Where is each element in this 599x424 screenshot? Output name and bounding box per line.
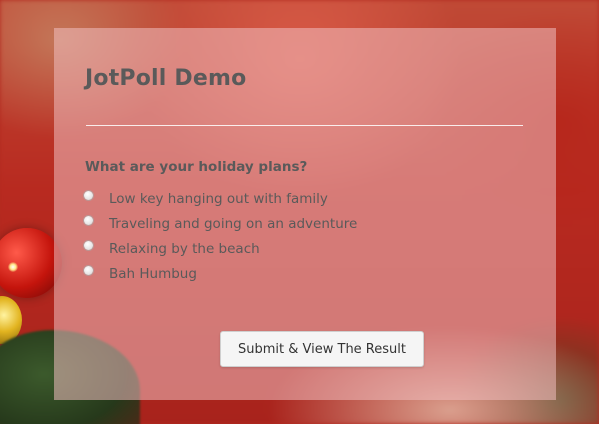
option-label: Low key hanging out with family xyxy=(109,190,328,207)
radio-button[interactable] xyxy=(84,266,93,275)
radio-button[interactable] xyxy=(84,191,93,200)
title-divider xyxy=(86,125,523,126)
radio-button[interactable] xyxy=(84,241,93,250)
poll-question: What are your holiday plans? xyxy=(85,159,308,175)
light-sparkle-decoration xyxy=(8,262,18,272)
submit-button[interactable]: Submit & View The Result xyxy=(220,331,424,367)
option-label: Traveling and going on an adventure xyxy=(109,215,358,232)
poll-options: Low key hanging out with family Travelin… xyxy=(84,186,357,286)
poll-option-family[interactable]: Low key hanging out with family xyxy=(84,186,357,211)
option-label: Bah Humbug xyxy=(109,265,197,282)
poll-option-bah-humbug[interactable]: Bah Humbug xyxy=(84,261,357,286)
poll-option-traveling[interactable]: Traveling and going on an adventure xyxy=(84,211,357,236)
radio-button[interactable] xyxy=(84,216,93,225)
poll-card: JotPoll Demo What are your holiday plans… xyxy=(54,28,556,400)
option-label: Relaxing by the beach xyxy=(109,240,260,257)
poll-option-beach[interactable]: Relaxing by the beach xyxy=(84,236,357,261)
poll-title: JotPoll Demo xyxy=(85,66,247,91)
